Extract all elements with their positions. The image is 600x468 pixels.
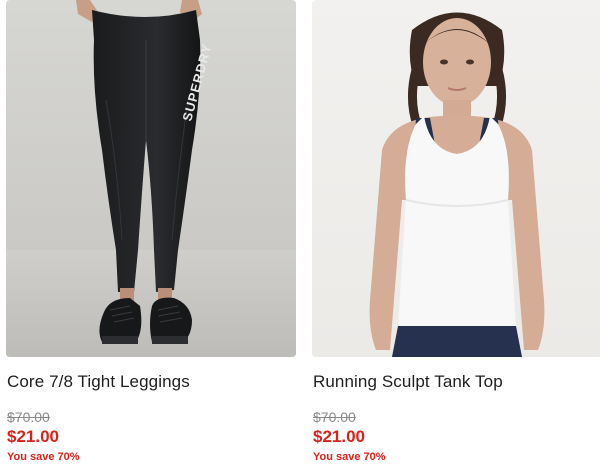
savings-label: You save 70% (7, 451, 80, 463)
product-image-tank-top[interactable] (312, 0, 600, 357)
product-grid: SUPERDRY Core 7/8 Tight Leggings $70.00 … (0, 0, 600, 468)
sale-price: $21.00 (7, 427, 59, 446)
product-title[interactable]: Running Sculpt Tank Top (313, 372, 503, 392)
original-price: $70.00 (7, 409, 50, 425)
sale-price: $21.00 (313, 427, 365, 446)
original-price: $70.00 (313, 409, 356, 425)
product-card-tank-top[interactable]: Running Sculpt Tank Top $70.00 $21.00 Yo… (312, 0, 600, 468)
product-image-leggings[interactable]: SUPERDRY (6, 0, 296, 357)
product-card-leggings[interactable]: SUPERDRY Core 7/8 Tight Leggings $70.00 … (6, 0, 296, 468)
tank-top-photo-icon (369, 12, 545, 357)
savings-label: You save 70% (313, 451, 386, 463)
product-title[interactable]: Core 7/8 Tight Leggings (7, 372, 190, 392)
leggings-photo-icon: SUPERDRY (6, 0, 296, 357)
